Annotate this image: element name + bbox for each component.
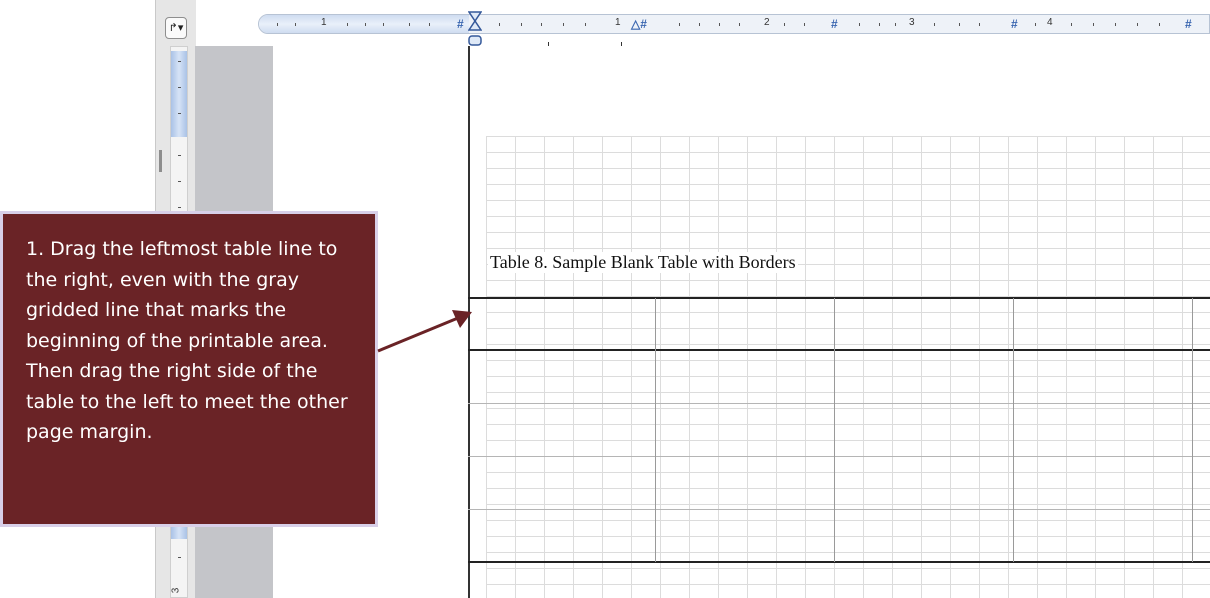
- hanging-indent-marker-icon[interactable]: △#: [631, 17, 647, 31]
- ruler-tick: [719, 23, 720, 26]
- ruler-tick: [178, 207, 181, 208]
- ruler-number: 1: [615, 17, 621, 28]
- printable-area-grid: [486, 136, 1210, 598]
- ruler-tick: [521, 23, 522, 26]
- ruler-tick: [679, 23, 680, 26]
- ruler-tick: [699, 23, 700, 26]
- table-row-border[interactable]: [468, 403, 1210, 404]
- callout-text: 1. Drag the leftmost table line to the r…: [26, 238, 348, 443]
- ruler-tick: [277, 23, 278, 26]
- ruler-tick: [879, 23, 880, 26]
- ruler-tick: [541, 23, 542, 26]
- ruler-number: 1: [321, 17, 327, 28]
- ruler-left-margin: [259, 15, 469, 33]
- ruler-tick: [178, 181, 181, 182]
- ruler-tick: [739, 23, 740, 26]
- table-border-top[interactable]: [468, 297, 1210, 299]
- ruler-tick: [178, 87, 181, 88]
- ruler-tick: [178, 61, 181, 62]
- ruler-number: 4: [1047, 17, 1053, 28]
- ruler-tick: [178, 557, 181, 558]
- ruler-tick: [429, 23, 430, 26]
- ruler-tick: [895, 23, 896, 26]
- vertical-ruler-number: 3: [170, 587, 182, 594]
- grid-column-marker-icon[interactable]: #: [1185, 17, 1192, 31]
- ruler-tick: [383, 23, 384, 26]
- ruler-tick: [1137, 23, 1138, 26]
- grid-column-marker-icon[interactable]: #: [457, 17, 464, 31]
- ruler-tick: [178, 113, 181, 114]
- ruler-tick: [1035, 23, 1036, 26]
- divider: [159, 150, 162, 172]
- ruler-tick: [979, 23, 980, 26]
- ruler-tick: [1115, 23, 1116, 26]
- ruler-tick: [1093, 23, 1094, 26]
- ruler-tick: [499, 23, 500, 26]
- ruler-tick: [784, 23, 785, 26]
- ruler-tick: [347, 23, 348, 26]
- ruler-tick: [409, 23, 410, 26]
- vertical-ruler-margin: [171, 51, 187, 137]
- table-caption: Table 8. Sample Blank Table with Borders: [488, 252, 798, 273]
- ruler-tick: [295, 23, 296, 26]
- table-column-border[interactable]: [834, 298, 835, 562]
- table-column-border[interactable]: [1192, 298, 1193, 562]
- table-column-border[interactable]: [1013, 298, 1014, 562]
- ruler-tick: [563, 23, 564, 26]
- instruction-callout: 1. Drag the leftmost table line to the r…: [0, 211, 378, 527]
- table-row-border[interactable]: [468, 509, 1210, 510]
- ruler-tick: [1159, 23, 1160, 26]
- horizontal-ruler[interactable]: 1 # 1 △# 2 # 3 # 4 #: [258, 14, 1210, 34]
- ruler-tick: [365, 23, 366, 26]
- ruler-tick: [804, 23, 805, 26]
- ruler-number: 2: [764, 17, 770, 28]
- ruler-number: 3: [909, 17, 915, 28]
- ruler-tick: [959, 23, 960, 26]
- table-row-border[interactable]: [468, 349, 1210, 351]
- indent-marker-icon[interactable]: [468, 10, 482, 50]
- ruler-tick: [934, 23, 935, 26]
- grid-column-marker-icon[interactable]: #: [1011, 17, 1018, 31]
- ruler-tick: [859, 23, 860, 26]
- table-column-border[interactable]: [655, 298, 656, 562]
- ruler-tick: [1071, 23, 1072, 26]
- table-border-bottom[interactable]: [468, 561, 1210, 563]
- ruler-tick: [585, 23, 586, 26]
- table-row-border[interactable]: [468, 456, 1210, 457]
- paragraph-control-icon[interactable]: ↱▾: [165, 17, 187, 39]
- ruler-tick: [178, 155, 181, 156]
- grid-column-marker-icon[interactable]: #: [831, 17, 838, 31]
